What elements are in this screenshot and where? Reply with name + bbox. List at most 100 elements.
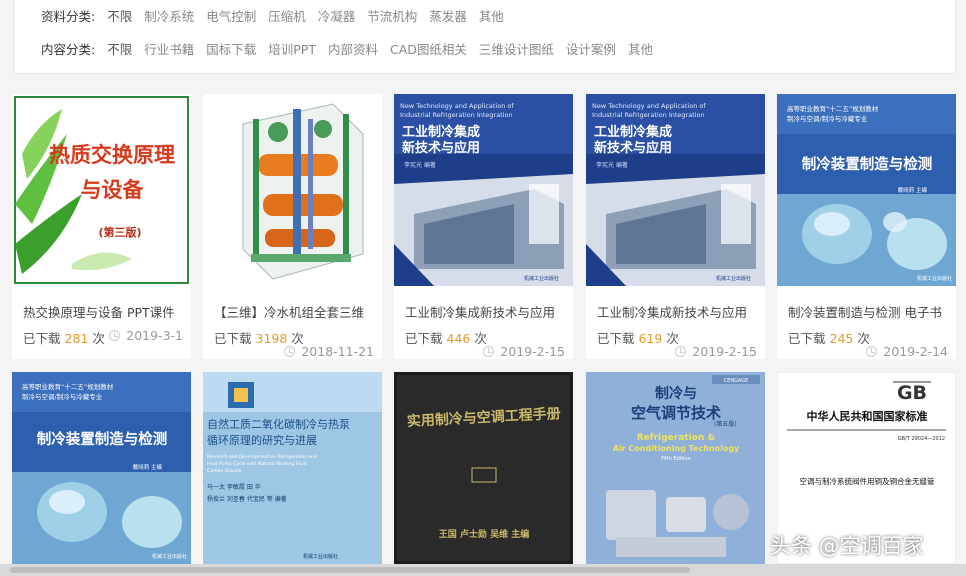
publish-date: 2019-2-15 (483, 344, 565, 359)
cover-title: 中华人民共和国国家标准 (807, 409, 928, 423)
horizontal-scrollbar[interactable] (0, 564, 966, 576)
cover-title: 工业制冷集成 (402, 124, 480, 140)
cad-preview[interactable] (203, 94, 382, 286)
book-cover[interactable]: 热质交换原理 与设备 (第三版) (12, 94, 191, 286)
cover-author: 李宪光 编著 (596, 161, 628, 169)
cover-title: 制冷装置制造与检测 (802, 155, 933, 173)
cover-title: 新技术与应用 (402, 140, 480, 156)
cover-english: New Technology and Application of (592, 102, 706, 110)
filter-option[interactable]: 其他 (628, 39, 653, 58)
download-number: 619 (638, 331, 663, 346)
card-title[interactable]: 制冷装置制造与检测 电子书 (788, 302, 942, 321)
filter-option[interactable]: 不限 (107, 6, 132, 25)
cover-edition: (第三版) (98, 225, 141, 239)
cover-publisher: 机械工业出版社 (152, 553, 187, 560)
download-prefix: 已下载 (405, 331, 443, 346)
book-cover[interactable]: New Technology and Application of Indust… (586, 94, 765, 286)
download-prefix: 已下载 (597, 331, 635, 346)
filter-option[interactable]: 国标下载 (206, 39, 256, 58)
standard-code: GB/T 29024—2012 (898, 436, 945, 442)
watermark: 头条 @空调百家 (770, 534, 924, 558)
cover-edition: (第五版) (714, 420, 737, 428)
date-text: 2019-2-15 (692, 344, 757, 359)
resource-card[interactable]: 高等职业教育“十二五”规划教材 制冷与空调/制冷与冷藏专业 制冷装置制造与检测 … (777, 94, 956, 359)
cover-title: 自然工质二氧化碳制冷与热泵 (207, 417, 350, 431)
download-count: 已下载 446 次 (405, 328, 487, 347)
filter-row-category: 资料分类: 不限 制冷系统 电气控制 压缩机 冷凝器 节流机构 蒸发器 其他 (41, 6, 516, 25)
clock-icon (483, 346, 495, 357)
card-title[interactable]: 工业制冷集成新技术与应用 (597, 302, 747, 321)
resource-card[interactable]: New Technology and Application of Indust… (586, 94, 765, 359)
cover-title: 新技术与应用 (594, 140, 672, 156)
cover-author: 李宪光 编著 (404, 161, 436, 169)
cover-publisher: 机械工业出版社 (524, 275, 559, 282)
publish-date: 2019-2-15 (675, 344, 757, 359)
date-text: 2018-11-21 (301, 344, 374, 359)
filter-option[interactable]: 节流机构 (367, 6, 417, 25)
book-cover[interactable]: 自然工质二氧化碳制冷与热泵 循环原理的研究与进展 Research and De… (203, 372, 382, 564)
filter-panel: 资料分类: 不限 制冷系统 电气控制 压缩机 冷凝器 节流机构 蒸发器 其他 内… (13, 0, 956, 74)
clock-icon (675, 346, 687, 357)
cover-english: Industrial Refrigeration Integration (592, 111, 705, 119)
cover-title: 循环原理的研究与进展 (207, 433, 317, 447)
download-number: 281 (64, 331, 89, 346)
book-cover[interactable]: 实用制冷与空调工程手册 王国 卢士勋 吴维 主编 (394, 372, 573, 564)
filter-option[interactable]: 内部资料 (328, 39, 378, 58)
cover-series: 高等职业教育“十二五”规划教材 (22, 382, 114, 391)
cover-english: Industrial Refrigeration Integration (400, 111, 513, 119)
publish-date: 2019-3-1 (109, 328, 183, 343)
date-text: 2019-2-14 (883, 344, 948, 359)
card-title[interactable]: 热交换原理与设备 PPT课件 (23, 302, 175, 321)
cover-series: 高等职业教育“十二五”规划教材 (787, 104, 879, 113)
cover-title: 制冷与 (655, 385, 697, 402)
filter-row-content: 内容分类: 不限 行业书籍 国标下载 培训PPT 内部资料 CAD图纸相关 三维… (41, 39, 665, 58)
filter-option[interactable]: 不限 (107, 39, 132, 58)
cover-publisher: 机械工业出版社 (303, 553, 338, 560)
cover-publisher: 机械工业出版社 (917, 275, 952, 282)
download-prefix: 已下载 (214, 331, 252, 346)
scrollbar-thumb[interactable] (10, 567, 690, 573)
cover-title: 热质交换原理 (49, 143, 175, 167)
resource-card[interactable]: 【三维】冷水机组全套三维 已下载 3198 次 2018-11-21 (203, 94, 382, 359)
download-prefix: 已下载 (23, 331, 61, 346)
clock-icon (866, 346, 878, 357)
cover-title: 与设备 (81, 178, 145, 202)
filter-option[interactable]: 蒸发器 (429, 6, 467, 25)
card-title[interactable]: 工业制冷集成新技术与应用 (405, 302, 555, 321)
book-cover[interactable]: 高等职业教育“十二五”规划教材 制冷与空调/制冷与冷藏专业 制冷装置制造与检测 … (777, 94, 956, 286)
resource-card[interactable]: New Technology and Application of Indust… (394, 94, 573, 359)
book-cover[interactable]: CENGAGE 制冷与 空气调节技术 (第五版) Refrigeration &… (586, 372, 765, 564)
publisher-logo-text: CENGAGE (724, 378, 749, 384)
book-cover[interactable]: New Technology and Application of Indust… (394, 94, 573, 286)
filter-option[interactable]: 压缩机 (268, 6, 306, 25)
download-suffix: 次 (92, 331, 105, 346)
publish-date: 2019-2-14 (866, 344, 948, 359)
filter-option[interactable]: 冷凝器 (318, 6, 356, 25)
download-number: 245 (829, 331, 854, 346)
download-prefix: 已下载 (788, 331, 826, 346)
filter-option[interactable]: 电气控制 (206, 6, 256, 25)
download-count: 已下载 281 次 (23, 328, 105, 347)
download-number: 3198 (255, 331, 288, 346)
cover-english: Heat Pump Cycle with Natural Working Flu… (207, 461, 307, 467)
book-cover[interactable]: 高等职业教育“十二五”规划教材 制冷与空调/制冷与冷藏专业 制冷装置制造与检测 … (12, 372, 191, 564)
filter-label: 资料分类: (41, 9, 96, 24)
filter-option[interactable]: 制冷系统 (144, 6, 194, 25)
filter-option[interactable]: 其他 (479, 6, 504, 25)
resource-card[interactable]: 热质交换原理 与设备 (第三版) 热交换原理与设备 PPT课件 已下载 281 … (12, 94, 191, 359)
filter-option[interactable]: 培训PPT (268, 39, 316, 58)
cover-series: 制冷与空调/制冷与冷藏专业 (787, 114, 868, 123)
cover-english: Carbon Dioxide (207, 468, 242, 474)
gb-logo: GB (897, 382, 927, 404)
cover-english: New Technology and Application of (400, 102, 514, 110)
filter-option[interactable]: 设计案例 (566, 39, 616, 58)
filter-label: 内容分类: (41, 42, 96, 57)
filter-option[interactable]: 三维设计图纸 (479, 39, 554, 58)
card-title[interactable]: 【三维】冷水机组全套三维 (214, 302, 364, 321)
cover-title: 工业制冷集成 (594, 124, 672, 140)
download-count: 已下载 245 次 (788, 328, 870, 347)
publish-date: 2018-11-21 (284, 344, 374, 359)
date-text: 2019-2-15 (500, 344, 565, 359)
filter-option[interactable]: 行业书籍 (144, 39, 194, 58)
filter-option[interactable]: CAD图纸相关 (390, 39, 467, 58)
